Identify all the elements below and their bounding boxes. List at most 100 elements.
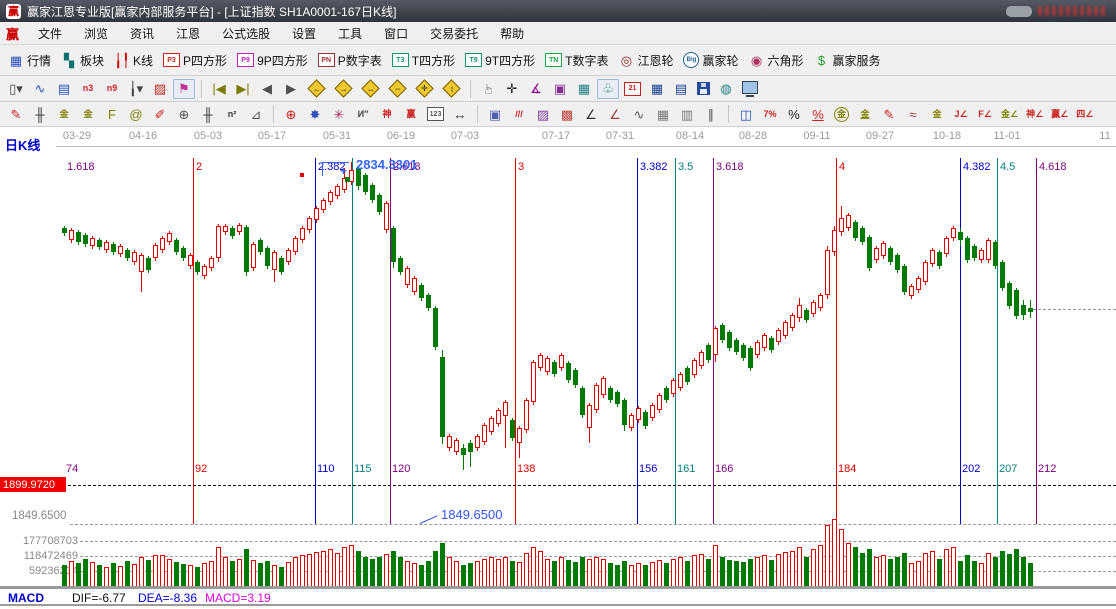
tool-smart-analysis[interactable]: ♧ [597,79,619,99]
tool-winner-wheel[interactable]: Big赢家轮 [680,50,741,71]
tool-n-squared[interactable]: n² [221,104,243,124]
tool-t-square[interactable]: T3T四方形 [389,50,458,71]
gann-vertical-line[interactable] [390,158,391,524]
drawing-handle-red[interactable] [300,173,304,177]
tool-fan-box-purple[interactable]: ▨ [532,104,554,124]
tool-web-box-red[interactable]: ▩ [556,104,578,124]
menu-item-trade-entrust[interactable]: 交易委托 [419,22,489,45]
tool-width-measure[interactable]: ↔ [449,104,471,124]
tool-compress-h-diamond[interactable]: ⇔ [385,78,410,99]
menu-item-gann[interactable]: 江恩 [165,22,211,45]
tool-shift-left-diamond[interactable]: ← [304,78,329,99]
tool-wave-tool[interactable]: ≈ [902,104,924,124]
tool-teal-grid-tool[interactable]: ▦ [573,79,595,99]
tool-period-candle-dropdown[interactable]: ▯▾ [5,79,27,99]
tool-p-number-table[interactable]: PNP数字表 [315,50,385,71]
tool-ying-angle[interactable]: 赢∠ [1048,104,1071,124]
indicator-name[interactable]: MACD [8,591,44,605]
tool-9t-square[interactable]: T99T四方形 [462,50,538,71]
tool-shen-tool[interactable]: 神 [376,104,398,124]
tool-sectors[interactable]: ▚板块 [58,50,107,71]
tool-star-web[interactable]: ✸ [304,104,326,124]
tool-spider-web[interactable]: ✳ [328,104,350,124]
tool-ying-tool[interactable]: 赢 [400,104,422,124]
tool-j-angle[interactable]: J∠ [950,104,972,124]
tool-notepad[interactable]: ▤ [670,79,692,99]
tool-wave-3[interactable]: n3 [77,79,99,99]
tool-expand-all-diamond[interactable]: ✛ [412,78,437,99]
tool-gold-lines[interactable]: 金 [854,104,876,124]
tool-square-grid[interactable]: ▦ [652,104,674,124]
tool-hexagon[interactable]: ◉六角形 [746,50,807,71]
tool-price-grid[interactable]: ╫ [29,104,51,124]
tool-f-angle[interactable]: F∠ [974,104,996,124]
tool-n-quote-tool[interactable]: И″ [352,104,374,124]
tool-save-floppy[interactable] [694,80,713,97]
menu-item-settings[interactable]: 设置 [281,22,327,45]
gann-vertical-line[interactable] [193,158,194,524]
tool-crosshair[interactable]: ✛ [501,79,523,99]
tool-square-grid-2[interactable]: ▥ [676,104,698,124]
tool-kline[interactable]: ╽╿K线 [111,50,156,71]
tool-step-forward[interactable]: ▶ [280,79,302,99]
tool-gann-line-pencil[interactable]: ✎ [5,104,27,124]
chart-area[interactable]: 日K线 03-2904-1605-0305-1705-3106-1907-030… [0,127,1116,609]
tool-circle-target[interactable]: ⊕ [280,104,302,124]
tool-market-quotes[interactable]: ▦行情 [5,50,54,71]
gann-vertical-line[interactable] [515,158,516,524]
gann-vertical-line[interactable] [352,158,353,524]
tool-percent-7[interactable]: 7% [759,104,781,124]
tool-remote-computer[interactable] [739,79,761,99]
gann-vertical-line[interactable] [836,158,837,524]
menu-item-formula-stock-pick[interactable]: 公式选股 [211,22,281,45]
menu-item-browse[interactable]: 浏览 [73,22,119,45]
tool-angle-measure[interactable]: ∡ [525,79,547,99]
tool-zigzag-wave[interactable]: ∿ [628,104,650,124]
tool-angle-line-red[interactable]: ∠ [604,104,626,124]
drawing-handle-green[interactable] [345,177,350,182]
tool-angle-line[interactable]: ∠ [580,104,602,124]
gann-vertical-line[interactable] [675,158,676,524]
tool-step-back[interactable]: ◀ [256,79,278,99]
menu-item-file[interactable]: 文件 [27,22,73,45]
tool-gann-wheel[interactable]: ◎江恩轮 [615,50,676,71]
tool-time-grid[interactable]: ╫ [197,104,219,124]
tool-purple-panel-tool[interactable]: ▣ [549,79,571,99]
tool-ruler-123[interactable]: 123 [424,105,447,123]
tool-network-globe[interactable]: ◍ [715,79,737,99]
tool-shen-angle[interactable]: 神∠ [1023,104,1046,124]
tool-fibonacci-grid[interactable]: F [101,104,123,124]
tool-winner-service[interactable]: $赢家服务 [811,50,884,71]
high-marker-cross-icon[interactable]: + [340,164,347,178]
tool-pan-hand[interactable]: ☞ [477,79,499,99]
tool-gold-angle-2[interactable]: 金∠ [998,104,1021,124]
tool-go-last[interactable]: ▶| [232,79,254,99]
tool-gold-circle[interactable]: 金 [831,105,852,124]
gann-vertical-line[interactable] [637,158,638,524]
tool-gold-grid-1[interactable]: 金 [53,104,75,124]
tool-expand-h-diamond[interactable]: ↔ [358,78,383,99]
tool-gold-angle[interactable]: 金 [926,104,948,124]
tool-detail-list[interactable]: ▤ [53,79,75,99]
tool-volume-profile[interactable]: ◫ [735,104,757,124]
tool-p-square[interactable]: P3P四方形 [160,50,230,71]
tool-trend-curve[interactable]: ∿ [29,79,51,99]
tool-go-first[interactable]: |◀ [208,79,230,99]
tool-calculator[interactable]: ▦ [646,79,668,99]
gann-vertical-line[interactable] [960,158,961,524]
tool-knife-tool[interactable]: ✐ [149,104,171,124]
tool-blue-frame-fan[interactable]: ▣ [484,104,506,124]
tool-t-number-table[interactable]: TNT数字表 [542,50,611,71]
tool-fan-lines[interactable]: /// [508,104,530,124]
gann-vertical-line[interactable] [1036,158,1037,524]
gann-vertical-line[interactable] [997,158,998,524]
tool-si-angle[interactable]: 四∠ [1073,104,1096,124]
tool-parallel-lines[interactable]: ∥ [700,104,722,124]
menu-item-help[interactable]: 帮助 [489,22,535,45]
tool-analysis-flag[interactable]: ⚑ [173,79,195,99]
tool-calendar-21[interactable]: 21 [621,80,644,98]
tool-trend-pen[interactable]: ✎ [878,104,900,124]
tool-9p-square[interactable]: P99P四方形 [234,50,311,71]
tool-spiral-tool[interactable]: @ [125,104,147,124]
tool-wave-9[interactable]: n9 [101,79,123,99]
